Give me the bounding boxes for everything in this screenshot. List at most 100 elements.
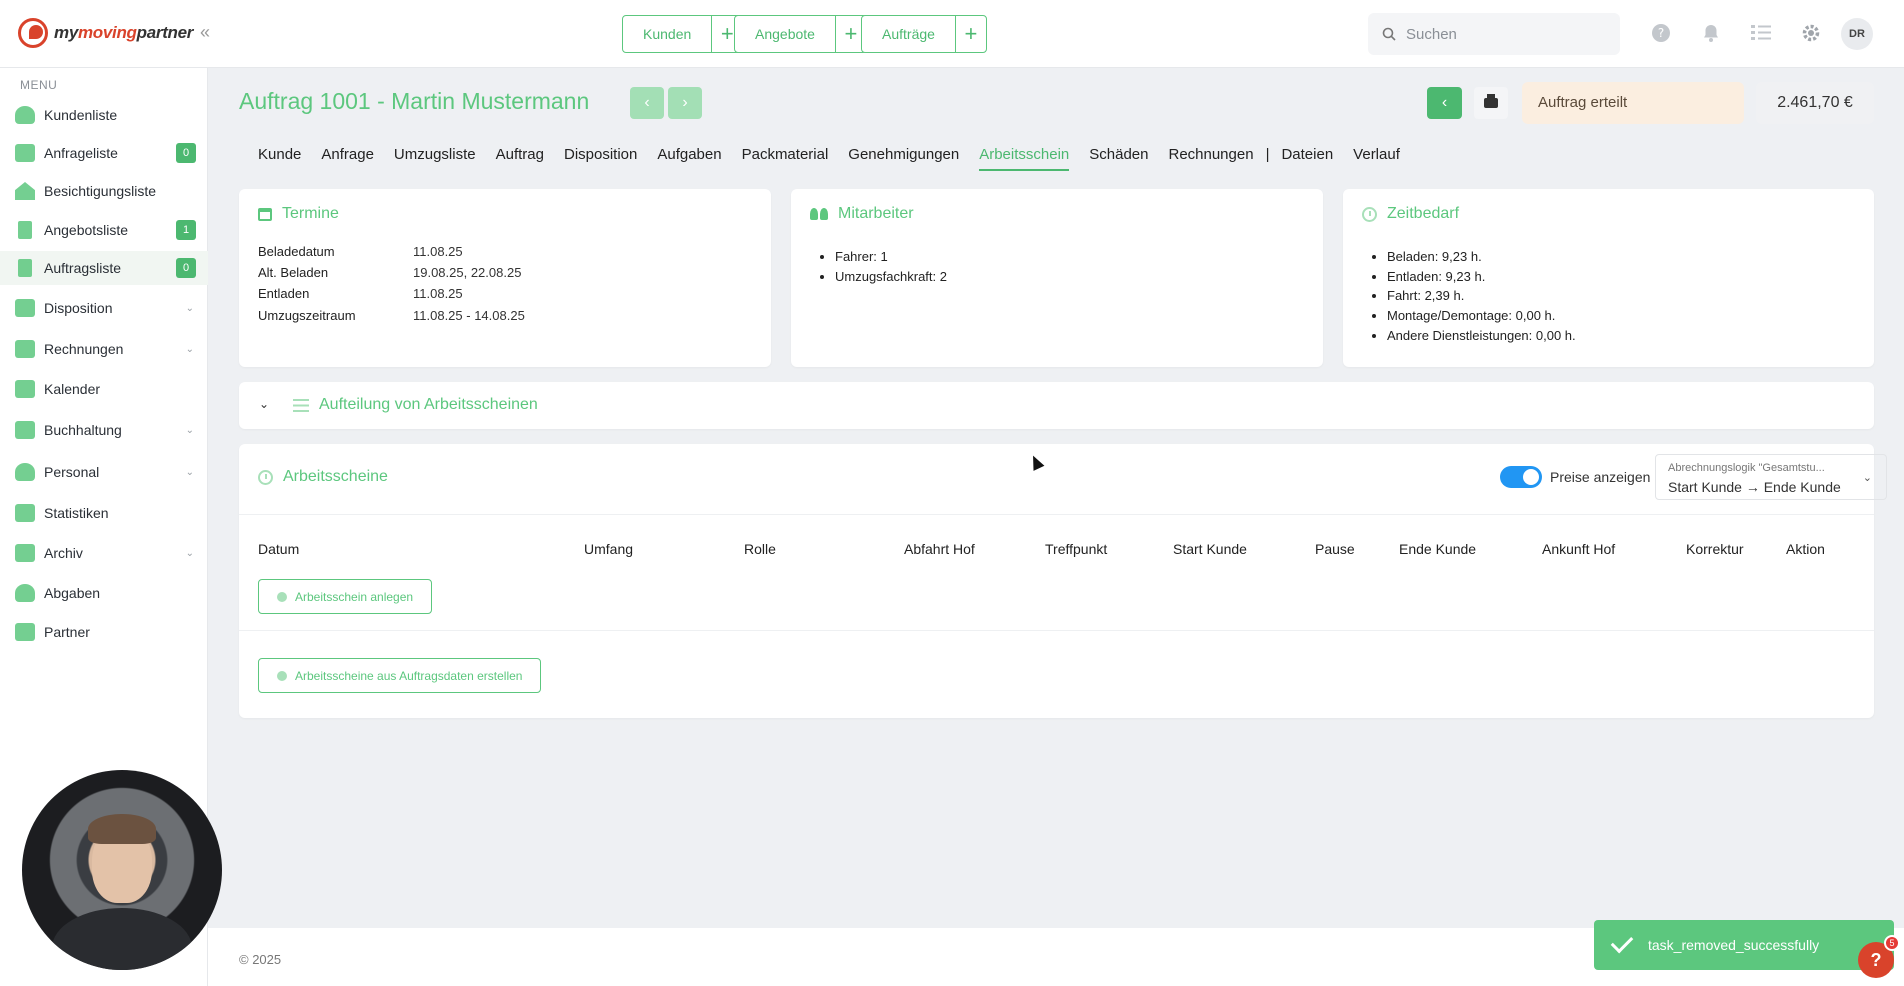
tab-rechnungen[interactable]: Rechnungen (1158, 146, 1263, 171)
quick-link-auftraege: Aufträge + (861, 15, 987, 53)
printer-icon (1484, 94, 1498, 108)
billing-logic-select[interactable]: Abrechnungslogik "Gesamtstu... Start Kun… (1655, 454, 1887, 500)
sidebar-item-buchhaltung[interactable]: Buchhaltung ⌄ (0, 413, 208, 447)
chevron-down-icon[interactable]: ⌄ (259, 397, 269, 411)
search-box (1368, 13, 1620, 55)
sidebar-item-angebotsliste[interactable]: Angebotsliste 1 (0, 213, 208, 247)
add-auftrag-button[interactable]: + (956, 16, 986, 52)
inbox-icon (12, 142, 38, 164)
termine-key: Umzugszeitraum (258, 308, 356, 323)
mitarbeiter-title: Mitarbeiter (810, 205, 914, 223)
select-label: Abrechnungslogik "Gesamtstu... (1668, 462, 1825, 474)
tab-bar: Kunde Anfrage Umzugsliste Auftrag Dispos… (248, 146, 1410, 171)
tab-separator: | (1265, 146, 1270, 163)
zeitbedarf-list: Beladen: 9,23 h. Entladen: 9,23 h. Fahrt… (1363, 247, 1576, 346)
check-icon (1610, 930, 1634, 954)
termine-title: Termine (258, 205, 339, 223)
quick-link-angebote-button[interactable]: Angebote (735, 16, 836, 52)
sidebar-item-statistiken[interactable]: Statistiken (0, 496, 208, 530)
sidebar-item-besichtigungsliste[interactable]: Besichtigungsliste (0, 174, 208, 208)
zeitbedarf-title: Zeitbedarf (1362, 205, 1459, 223)
sidebar-item-label: Kalender (44, 381, 101, 397)
sidebar-item-personal[interactable]: Personal ⌄ (0, 455, 208, 489)
sidebar-item-label: Statistiken (44, 505, 109, 521)
status-badge[interactable]: Auftrag erteilt (1522, 82, 1744, 124)
count-badge: 0 (176, 258, 196, 278)
list-item: Fahrt: 2,39 h. (1387, 286, 1576, 306)
sidebar-item-disposition[interactable]: Disposition ⌄ (0, 291, 208, 325)
tab-aufgaben[interactable]: Aufgaben (647, 146, 731, 171)
column-header-treffpunkt: Treffpunkt (1045, 541, 1108, 557)
search-icon (1382, 27, 1396, 41)
help-icon[interactable]: ? (1650, 22, 1672, 44)
tab-kunde[interactable]: Kunde (248, 146, 311, 171)
sidebar-item-archiv[interactable]: Archiv ⌄ (0, 536, 208, 570)
divider (239, 630, 1874, 631)
chevron-down-icon: ⌄ (1862, 472, 1872, 484)
page-title: Auftrag 1001 - Martin Mustermann (239, 88, 590, 114)
chevron-down-icon: ⌄ (185, 466, 194, 478)
sidebar-item-partner[interactable]: Partner (0, 615, 208, 649)
sidebar-item-kalender[interactable]: Kalender (0, 372, 208, 406)
plus-circle-icon (277, 591, 287, 602)
tab-genehmigungen[interactable]: Genehmigungen (838, 146, 969, 171)
tab-arbeitsschein[interactable]: Arbeitsschein (969, 146, 1079, 171)
select-value: Start Kunde → Ende Kunde (1668, 479, 1841, 495)
zeitbedarf-card: Zeitbedarf Beladen: 9,23 h. Entladen: 9,… (1343, 189, 1874, 367)
people-icon (810, 208, 828, 220)
column-header-ende-kunde: Ende Kunde (1399, 541, 1477, 557)
aufteilung-section[interactable]: ⌄ Aufteilung von Arbeitsscheinen (239, 382, 1874, 429)
tab-dateien[interactable]: Dateien (1271, 146, 1343, 171)
back-button[interactable]: ‹ (1427, 87, 1462, 119)
gear-icon[interactable] (1800, 22, 1822, 44)
svg-text:?: ? (1658, 26, 1664, 40)
tab-disposition[interactable]: Disposition (554, 146, 647, 171)
sidebar-item-kundenliste[interactable]: Kundenliste (0, 98, 208, 132)
tab-packmaterial[interactable]: Packmaterial (732, 146, 839, 171)
termine-key: Alt. Beladen (258, 265, 329, 280)
plus-circle-icon (277, 670, 287, 681)
quick-link-auftraege-button[interactable]: Aufträge (862, 16, 956, 52)
tab-verlauf[interactable]: Verlauf (1343, 146, 1410, 171)
tab-auftrag[interactable]: Auftrag (486, 146, 554, 171)
tab-anfrage[interactable]: Anfrage (311, 146, 384, 171)
termine-key: Entladen (258, 286, 310, 301)
main-content: Auftrag 1001 - Martin Mustermann ‹ › ‹ A… (208, 68, 1904, 986)
tab-umzugsliste[interactable]: Umzugsliste (384, 146, 486, 171)
calendar-icon (12, 378, 38, 400)
menu-heading: MENU (20, 78, 58, 92)
tab-schaeden[interactable]: Schäden (1079, 146, 1158, 171)
show-prices-toggle[interactable] (1500, 466, 1542, 488)
list-item: Andere Dienstleistungen: 0,00 h. (1387, 326, 1576, 346)
column-header-start-kunde: Start Kunde (1173, 541, 1247, 557)
next-order-button[interactable]: › (668, 87, 702, 119)
sidebar-item-auftragsliste[interactable]: Auftragsliste 0 (0, 251, 208, 285)
copyright: © 2025 (239, 952, 282, 967)
logo[interactable]: mymovingpartner (18, 18, 193, 48)
checklist-icon[interactable] (1750, 22, 1772, 44)
termine-key: Beladedatum (258, 244, 335, 259)
search-input[interactable] (1406, 25, 1596, 43)
chevron-down-icon: ⌄ (185, 547, 194, 559)
sidebar-item-anfrageliste[interactable]: Anfrageliste 0 (0, 136, 208, 170)
success-toast[interactable]: task_removed_successfully (1594, 920, 1894, 970)
chevron-down-icon: ⌄ (185, 343, 194, 355)
chevron-down-icon: ⌄ (185, 302, 194, 314)
quick-link-kunden-button[interactable]: Kunden (623, 16, 713, 52)
quick-link-angebote: Angebote + (734, 15, 867, 53)
top-bar: mymovingpartner « Kunden + Angebote + Au… (0, 0, 1904, 68)
termine-value: 19.08.25, 22.08.25 (413, 265, 522, 280)
print-button[interactable] (1474, 87, 1508, 119)
list-item: Beladen: 9,23 h. (1387, 247, 1576, 267)
network-icon (12, 582, 38, 604)
sidebar-item-rechnungen[interactable]: Rechnungen ⌄ (0, 332, 208, 366)
house-icon (12, 180, 38, 202)
bell-icon[interactable] (1700, 22, 1722, 44)
collapse-sidebar-button[interactable]: « (200, 22, 210, 43)
previous-order-button[interactable]: ‹ (630, 87, 664, 119)
sidebar-item-abgaben[interactable]: Abgaben (0, 576, 208, 610)
termine-value: 11.08.25 (413, 244, 463, 259)
avatar[interactable]: DR (1841, 18, 1873, 50)
generate-work-sheets-button[interactable]: Arbeitsscheine aus Auftragsdaten erstell… (258, 658, 542, 693)
add-work-sheet-button[interactable]: Arbeitsschein anlegen (258, 579, 433, 614)
